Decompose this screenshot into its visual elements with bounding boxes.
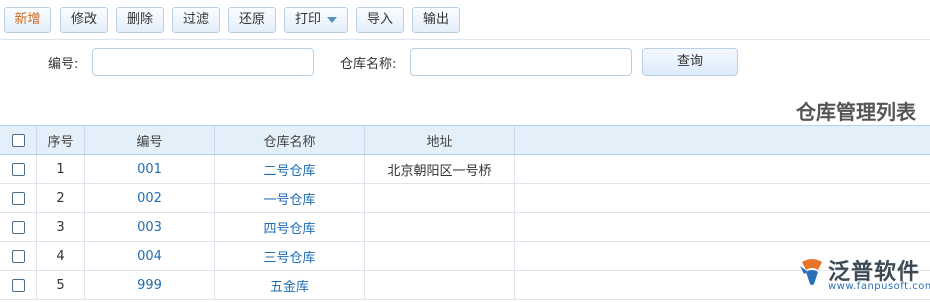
restore-button[interactable]: 还原: [228, 7, 276, 33]
row-address: 北京朝阳区一号桥: [365, 155, 515, 183]
row-code-link[interactable]: 999: [85, 271, 215, 299]
row-checkbox[interactable]: [11, 191, 25, 205]
table-header: 序号 编号 仓库名称 地址: [0, 125, 930, 155]
select-all-cell: [0, 126, 37, 154]
row-checkbox[interactable]: [11, 162, 25, 176]
row-checkbox[interactable]: [11, 278, 25, 292]
row-address: [365, 213, 515, 241]
row-code-link[interactable]: 001: [85, 155, 215, 183]
table-row: 2 002 一号仓库: [0, 184, 930, 213]
warehouse-name-input[interactable]: [410, 48, 632, 76]
row-code-link[interactable]: 003: [85, 213, 215, 241]
row-name-link[interactable]: 四号仓库: [215, 213, 365, 241]
code-label: 编号:: [48, 57, 79, 72]
row-checkbox[interactable]: [11, 220, 25, 234]
delete-button[interactable]: 删除: [116, 7, 164, 33]
chevron-down-icon: [327, 16, 337, 23]
table-row: 1 001 二号仓库 北京朝阳区一号桥: [0, 155, 930, 184]
print-button[interactable]: 打印: [284, 7, 348, 33]
select-all-checkbox[interactable]: [11, 133, 25, 147]
edit-button[interactable]: 修改: [60, 7, 108, 33]
row-seq: 1: [37, 155, 85, 183]
column-header-name: 仓库名称: [215, 126, 365, 154]
row-address: [365, 242, 515, 270]
table-row: 4 004 三号仓库: [0, 242, 930, 271]
export-button[interactable]: 输出: [412, 7, 460, 33]
row-code-link[interactable]: 004: [85, 242, 215, 270]
page-title: 仓库管理列表: [796, 100, 916, 124]
fanpu-logo: 泛普软件 www.fanpusoft.com: [798, 252, 930, 298]
print-button-label: 打印: [294, 12, 321, 27]
row-address: [365, 184, 515, 212]
filter-button[interactable]: 过滤: [172, 7, 220, 33]
row-name-link[interactable]: 三号仓库: [215, 242, 365, 270]
row-code-link[interactable]: 002: [85, 184, 215, 212]
row-check-cell: [0, 271, 37, 299]
row-check-cell: [0, 184, 37, 212]
row-seq: 5: [37, 271, 85, 299]
search-button[interactable]: 查询: [642, 48, 738, 76]
code-input[interactable]: [92, 48, 314, 76]
row-name-link[interactable]: 一号仓库: [215, 184, 365, 212]
row-name-link[interactable]: 二号仓库: [215, 155, 365, 183]
column-header-code: 编号: [85, 126, 215, 154]
logo-url: www.fanpusoft.com: [828, 281, 930, 292]
fanpu-logo-icon: [800, 259, 822, 285]
row-check-cell: [0, 155, 37, 183]
warehouse-name-label: 仓库名称:: [340, 57, 397, 72]
row-name-link[interactable]: 五金库: [215, 271, 365, 299]
row-seq: 3: [37, 213, 85, 241]
toolbar: 新增 修改 删除 过滤 还原 打印 导入 输出: [0, 0, 930, 40]
column-header-address: 地址: [365, 126, 515, 154]
row-address: [365, 271, 515, 299]
row-checkbox[interactable]: [11, 249, 25, 263]
table-row: 3 003 四号仓库: [0, 213, 930, 242]
row-check-cell: [0, 242, 37, 270]
table-row: 5 999 五金库: [0, 271, 930, 300]
row-seq: 4: [37, 242, 85, 270]
row-check-cell: [0, 213, 37, 241]
column-header-seq: 序号: [37, 126, 85, 154]
add-button[interactable]: 新增: [4, 7, 51, 33]
row-seq: 2: [37, 184, 85, 212]
import-button[interactable]: 导入: [356, 7, 404, 33]
